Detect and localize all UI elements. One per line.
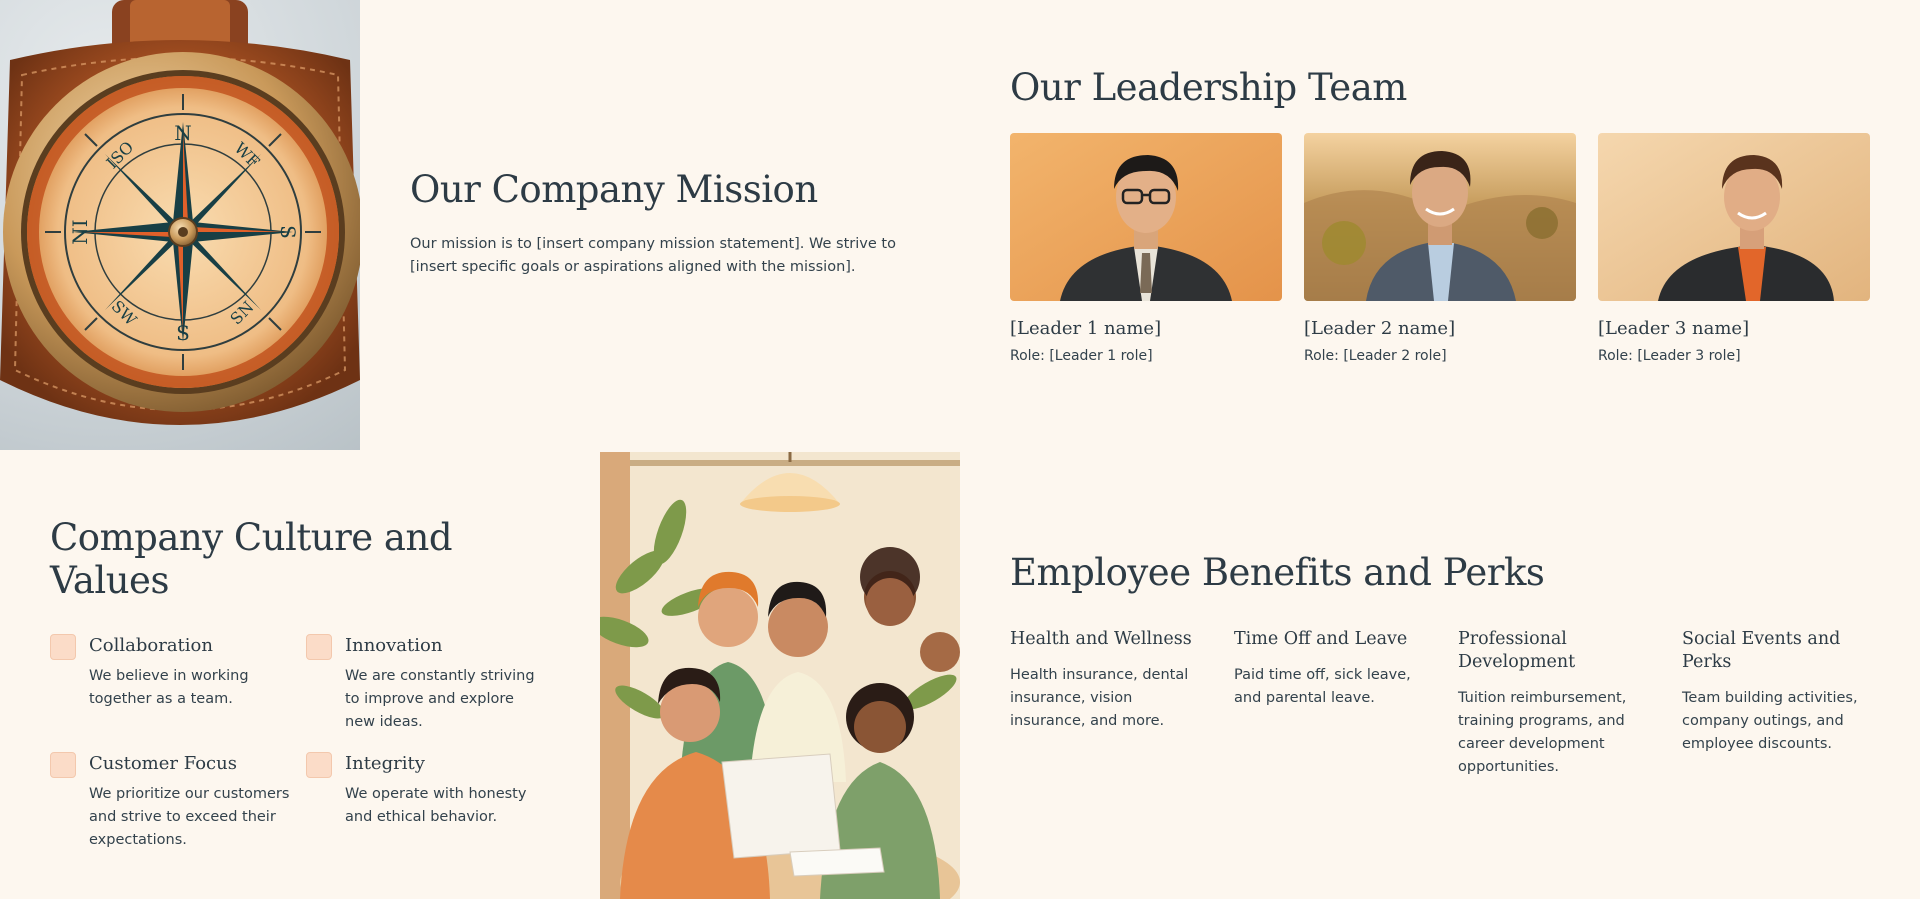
leader-role: Role: [Leader 1 role] [1010,348,1153,364]
value-item: Collaboration We believe in working toge… [50,634,306,734]
perk-desc: Team building activities, company outing… [1682,690,1858,752]
team-image [600,452,960,899]
mission-text: Our mission is to [insert company missio… [410,236,896,275]
value-item: Customer Focus We prioritize our custome… [50,752,306,852]
perk-title: Time Off and Leave [1234,629,1408,649]
values-grid: Collaboration We believe in working toge… [50,634,550,852]
value-title: Integrity [345,753,425,774]
leader-card: [Leader 2 name] Role: [Leader 2 role] [1304,133,1576,364]
value-icon [50,752,76,778]
value-item: Innovation We are constantly striving to… [306,634,546,734]
compass-letter-n: N [174,121,192,145]
perk-desc: Health insurance, dental insurance, visi… [1010,667,1189,729]
culture-title: Company Culture and Values [50,516,453,602]
benefits-section: Employee Benefits and Perks Health and W… [1010,551,1890,779]
perk-desc: Paid time off, sick leave, and parental … [1234,667,1411,706]
team-illustration [600,452,960,899]
value-desc: We are constantly striving to improve an… [345,668,535,730]
value-icon [50,634,76,660]
culture-section: Company Culture and Values Collaboration… [50,516,550,852]
leader-role: Role: [Leader 2 role] [1304,348,1447,364]
leader-2-photo [1304,133,1576,301]
leader-1-photo [1010,133,1282,301]
perk-item: Professional Development Tuition reimbur… [1458,628,1660,779]
perk-title: Social Events and Perks [1682,629,1841,672]
value-desc: We operate with honesty and ethical beha… [345,786,527,825]
perk-item: Health and Wellness Health insurance, de… [1010,628,1212,779]
leader-card: [Leader 1 name] Role: [Leader 1 role] [1010,133,1282,364]
leader-card: [Leader 3 name] Role: [Leader 3 role] [1598,133,1870,364]
compass-image: N S S NI ISO WF SW SN [0,0,360,450]
compass-letter-s: S [176,321,190,345]
perks-list: Health and Wellness Health insurance, de… [1010,628,1890,779]
value-item: Integrity We operate with honesty and et… [306,752,546,852]
perk-title: Professional Development [1458,629,1576,672]
perk-title: Health and Wellness [1010,629,1192,649]
perk-item: Social Events and Perks Team building ac… [1682,628,1884,779]
leaders-list: [Leader 1 name] Role: [Leader 1 role] [L… [1010,133,1880,364]
compass-letter-w: NI [68,219,92,244]
value-title: Customer Focus [89,753,237,774]
perk-desc: Tuition reimbursement, training programs… [1458,690,1627,775]
value-icon [306,752,332,778]
value-title: Innovation [345,635,443,656]
leader-name: [Leader 3 name] [1598,318,1750,339]
compass-illustration: N S S NI ISO WF SW SN [0,0,360,425]
value-title: Collaboration [89,635,213,656]
compass-letter-e: S [276,225,300,239]
leadership-section: Our Leadership Team [Leader 1 name] Role… [1010,66,1880,364]
mission-section: Our Company Mission Our mission is to [i… [410,168,900,279]
value-desc: We prioritize our customers and strive t… [89,786,290,848]
leader-name: [Leader 2 name] [1304,318,1456,339]
value-icon [306,634,332,660]
leader-role: Role: [Leader 3 role] [1598,348,1741,364]
leader-name: [Leader 1 name] [1010,318,1162,339]
benefits-title: Employee Benefits and Perks [1010,551,1545,594]
leadership-title: Our Leadership Team [1010,66,1407,109]
value-desc: We believe in working together as a team… [89,668,249,707]
leader-3-photo [1598,133,1870,301]
mission-title: Our Company Mission [410,168,818,211]
perk-item: Time Off and Leave Paid time off, sick l… [1234,628,1436,779]
